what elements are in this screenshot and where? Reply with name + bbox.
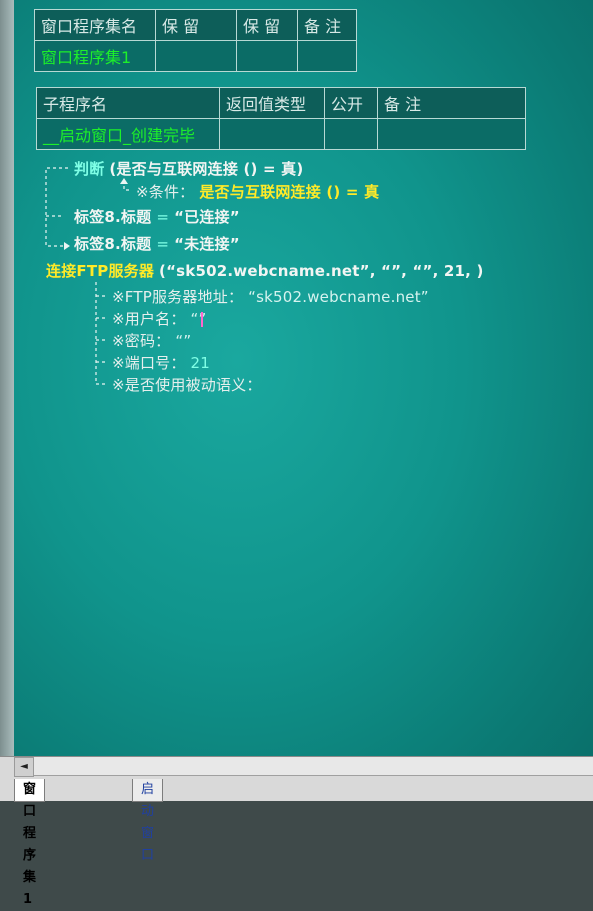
param-label: ※FTP服务器地址：	[112, 288, 244, 306]
ftp-connect-args: (“sk502.webcname.net”, “”, “”, 21, )	[159, 262, 484, 280]
param-value: “sk502.webcname.net”	[248, 288, 429, 306]
set-label-disconnected[interactable]: 标签8.标题 = “未连接”	[74, 233, 240, 254]
window-left-edge	[0, 0, 14, 800]
bottom-bar: ◄ 窗口程序集1 启动窗口	[0, 756, 593, 907]
set-label-connected[interactable]: 标签8.标题 = “已连接”	[74, 206, 240, 227]
param-port[interactable]: ※端口号： 21	[112, 352, 210, 373]
if-branch-line	[45, 167, 68, 247]
text-cursor	[201, 312, 204, 327]
flow-lines	[45, 167, 132, 385]
if-statement[interactable]: 判断 (是否与互联网连接 () = 真)	[74, 158, 303, 179]
condition-value: 是否与互联网连接 () = 真	[199, 183, 380, 201]
tab-startup-window[interactable]: 启动窗口	[132, 779, 164, 863]
param-password[interactable]: ※密码： “”	[112, 330, 191, 351]
connected-string: “已连接”	[174, 208, 240, 226]
param-label: ※用户名：	[112, 310, 186, 328]
ftp-connect-keyword: 连接FTP服务器	[46, 262, 155, 280]
param-username[interactable]: ※用户名： “”	[112, 308, 206, 329]
code-editor[interactable]: 窗口程序集名 保 留 保 留 备 注 窗口程序集1 子程序名 返回值类型 公开 …	[0, 0, 593, 800]
scroll-left-icon: ◄	[20, 761, 28, 772]
horizontal-scrollbar[interactable]	[14, 757, 593, 776]
label8-caption-b: 标签8.标题	[74, 235, 152, 253]
disconnected-string: “未连接”	[174, 235, 240, 253]
param-value: “”	[175, 332, 192, 350]
if-keyword: 判断	[74, 160, 105, 178]
param-label: ※端口号：	[112, 354, 186, 372]
param-ftp-server[interactable]: ※FTP服务器地址： “sk502.webcname.net”	[112, 286, 429, 307]
param-label: ※密码：	[112, 332, 171, 350]
arrow-right-icon	[64, 242, 70, 250]
condition-line[interactable]: ※条件： 是否与互联网连接 () = 真	[136, 181, 379, 202]
param-label: ※是否使用被动语义：	[112, 376, 262, 394]
assign-op-a: =	[156, 208, 170, 226]
tab-window-assembly-1[interactable]: 窗口程序集1	[14, 779, 46, 907]
if-expression: (是否与互联网连接 () = 真)	[109, 160, 304, 178]
param-passive[interactable]: ※是否使用被动语义：	[112, 374, 262, 395]
label8-caption-a: 标签8.标题	[74, 208, 152, 226]
ftp-connect-statement[interactable]: 连接FTP服务器 (“sk502.webcname.net”, “”, “”, …	[46, 260, 484, 281]
assign-op-b: =	[156, 235, 170, 253]
param-tree-line	[95, 282, 108, 385]
param-value: “”	[190, 310, 207, 328]
condition-label: ※条件：	[136, 183, 195, 201]
scroll-left-button[interactable]: ◄	[14, 757, 34, 777]
param-value: 21	[190, 354, 211, 372]
